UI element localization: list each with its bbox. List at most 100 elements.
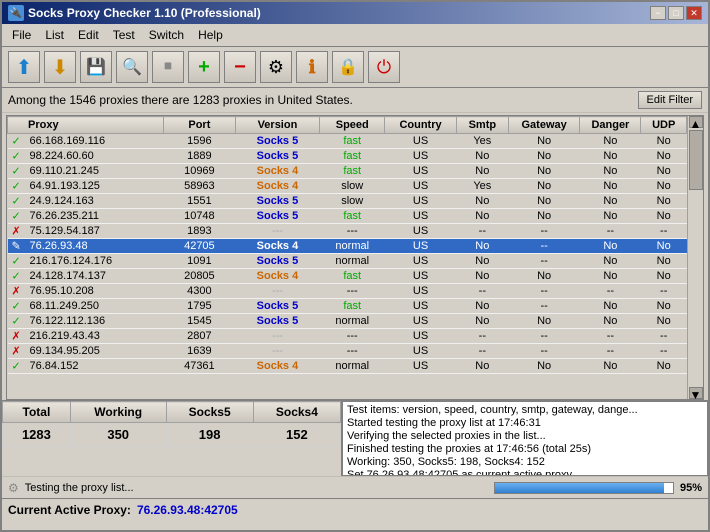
table-row[interactable]: ✗ 76.95.10.208 4300 --- --- US -- -- -- … (8, 284, 687, 299)
row-status-icon: ✓ (12, 255, 21, 268)
cell-version: Socks 5 (235, 209, 320, 224)
cell-version: Socks 4 (235, 359, 320, 374)
menu-file[interactable]: File (6, 26, 37, 44)
table-row[interactable]: ✓ 68.11.249.250 1795 Socks 5 fast US No … (8, 299, 687, 314)
log-line: Finished testing the proxies at 17:46:56… (347, 443, 703, 455)
table-row[interactable]: ✓ 76.122.112.136 1545 Socks 5 normal US … (8, 314, 687, 329)
main-window: 🔌 Socks Proxy Checker 1.10 (Professional… (0, 0, 710, 532)
cell-smtp: -- (456, 284, 508, 299)
cell-proxy: ✓ 66.168.169.116 (8, 134, 164, 149)
add-button[interactable]: + (188, 51, 220, 83)
row-status-icon: ✓ (12, 150, 21, 163)
settings-button[interactable]: ⚙ (260, 51, 292, 83)
cell-gateway: No (508, 269, 580, 284)
cell-proxy: ✓ 76.122.112.136 (8, 314, 164, 329)
title-bar: 🔌 Socks Proxy Checker 1.10 (Professional… (2, 2, 708, 24)
table-row[interactable]: ✓ 66.168.169.116 1596 Socks 5 fast US Ye… (8, 134, 687, 149)
cell-gateway: -- (508, 239, 580, 254)
proxy-count-message: Among the 1546 proxies there are 1283 pr… (8, 93, 353, 107)
cell-udp: No (641, 359, 687, 374)
cell-danger: No (580, 164, 641, 179)
progress-text: Testing the proxy list... (25, 482, 488, 494)
cell-port: 20805 (164, 269, 236, 284)
row-status-icon: ✓ (12, 270, 21, 283)
table-row[interactable]: ✎ 76.26.93.48 42705 Socks 4 normal US No… (8, 239, 687, 254)
table-scrollbar[interactable]: ▲ ▼ (687, 116, 703, 399)
down-button[interactable]: ⬇ (44, 51, 76, 83)
col-port: Port (164, 117, 236, 134)
maximize-button[interactable]: □ (668, 6, 684, 20)
menu-switch[interactable]: Switch (143, 26, 190, 44)
cell-proxy: ✓ 76.26.235.211 (8, 209, 164, 224)
cell-proxy: ✓ 68.11.249.250 (8, 299, 164, 314)
cell-country: US (385, 164, 457, 179)
up-button[interactable]: ⬆ (8, 51, 40, 83)
progress-bar (494, 482, 674, 494)
cell-udp: -- (641, 329, 687, 344)
table-row[interactable]: ✗ 75.129.54.187 1893 --- --- US -- -- --… (8, 224, 687, 239)
table-row[interactable]: ✓ 64.91.193.125 58963 Socks 4 slow US Ye… (8, 179, 687, 194)
main-area: Proxy Port Version Speed Country Smtp Ga… (2, 113, 708, 400)
save-button[interactable]: 💾 (80, 51, 112, 83)
menu-edit[interactable]: Edit (72, 26, 105, 44)
table-row[interactable]: ✓ 24.9.124.163 1551 Socks 5 slow US No N… (8, 194, 687, 209)
table-row[interactable]: ✗ 69.134.95.205 1639 --- --- US -- -- --… (8, 344, 687, 359)
cell-version: Socks 5 (235, 314, 320, 329)
cell-speed: fast (320, 269, 385, 284)
cell-smtp: No (456, 299, 508, 314)
log-line: Working: 350, Socks5: 198, Socks4: 152 (347, 456, 703, 468)
row-status-icon: ✗ (12, 225, 21, 238)
search-button[interactable]: 🔍 (116, 51, 148, 83)
cell-smtp: No (456, 314, 508, 329)
edit-filter-button[interactable]: Edit Filter (638, 91, 702, 109)
menu-test[interactable]: Test (107, 26, 141, 44)
progress-bar-fill (495, 483, 664, 493)
close-button[interactable]: ✕ (686, 6, 702, 20)
minimize-button[interactable]: − (650, 6, 666, 20)
stat-total-label: Total (3, 402, 71, 423)
cell-proxy: ✓ 216.176.124.176 (8, 254, 164, 269)
cell-version: --- (235, 224, 320, 239)
table-row[interactable]: ✗ 216.219.43.43 2807 --- --- US -- -- --… (8, 329, 687, 344)
table-row[interactable]: ✓ 76.26.235.211 10748 Socks 5 fast US No… (8, 209, 687, 224)
table-row[interactable]: ✓ 24.128.174.137 20805 Socks 4 fast US N… (8, 269, 687, 284)
cell-version: Socks 5 (235, 254, 320, 269)
cell-speed: fast (320, 209, 385, 224)
cell-danger: No (580, 209, 641, 224)
table-row[interactable]: ✓ 76.84.152 47361 Socks 4 normal US No N… (8, 359, 687, 374)
stop-button[interactable]: ⏹ (152, 51, 184, 83)
cell-port: 1545 (164, 314, 236, 329)
table-row[interactable]: ✓ 98.224.60.60 1889 Socks 5 fast US No N… (8, 149, 687, 164)
cell-smtp: Yes (456, 134, 508, 149)
cell-danger: -- (580, 224, 641, 239)
cell-speed: normal (320, 314, 385, 329)
col-udp: UDP (641, 117, 687, 134)
menu-help[interactable]: Help (192, 26, 229, 44)
cell-gateway: No (508, 164, 580, 179)
cell-port: 47361 (164, 359, 236, 374)
cell-smtp: No (456, 164, 508, 179)
cell-country: US (385, 224, 457, 239)
power-button[interactable]: ⏻ (368, 51, 400, 83)
table-row[interactable]: ✓ 216.176.124.176 1091 Socks 5 normal US… (8, 254, 687, 269)
cell-version: --- (235, 284, 320, 299)
cell-danger: No (580, 239, 641, 254)
cell-version: Socks 5 (235, 134, 320, 149)
info-button[interactable]: ℹ (296, 51, 328, 83)
remove-button[interactable]: − (224, 51, 256, 83)
row-status-icon: ✓ (12, 210, 21, 223)
menu-list[interactable]: List (39, 26, 70, 44)
cell-proxy: ✗ 69.134.95.205 (8, 344, 164, 359)
cell-country: US (385, 194, 457, 209)
title-bar-left: 🔌 Socks Proxy Checker 1.10 (Professional… (8, 5, 261, 21)
cell-speed: --- (320, 284, 385, 299)
active-proxy-bar: Current Active Proxy: 76.26.93.48:42705 (2, 498, 708, 520)
log-line: Set 76.26.93.48:42705 as current active … (347, 469, 703, 476)
table-row[interactable]: ✓ 69.110.21.245 10969 Socks 4 fast US No… (8, 164, 687, 179)
lock-button[interactable]: 🔒 (332, 51, 364, 83)
cell-speed: slow (320, 179, 385, 194)
cell-smtp: No (456, 149, 508, 164)
cell-danger: No (580, 149, 641, 164)
cell-udp: No (641, 254, 687, 269)
cell-proxy: ✓ 76.84.152 (8, 359, 164, 374)
